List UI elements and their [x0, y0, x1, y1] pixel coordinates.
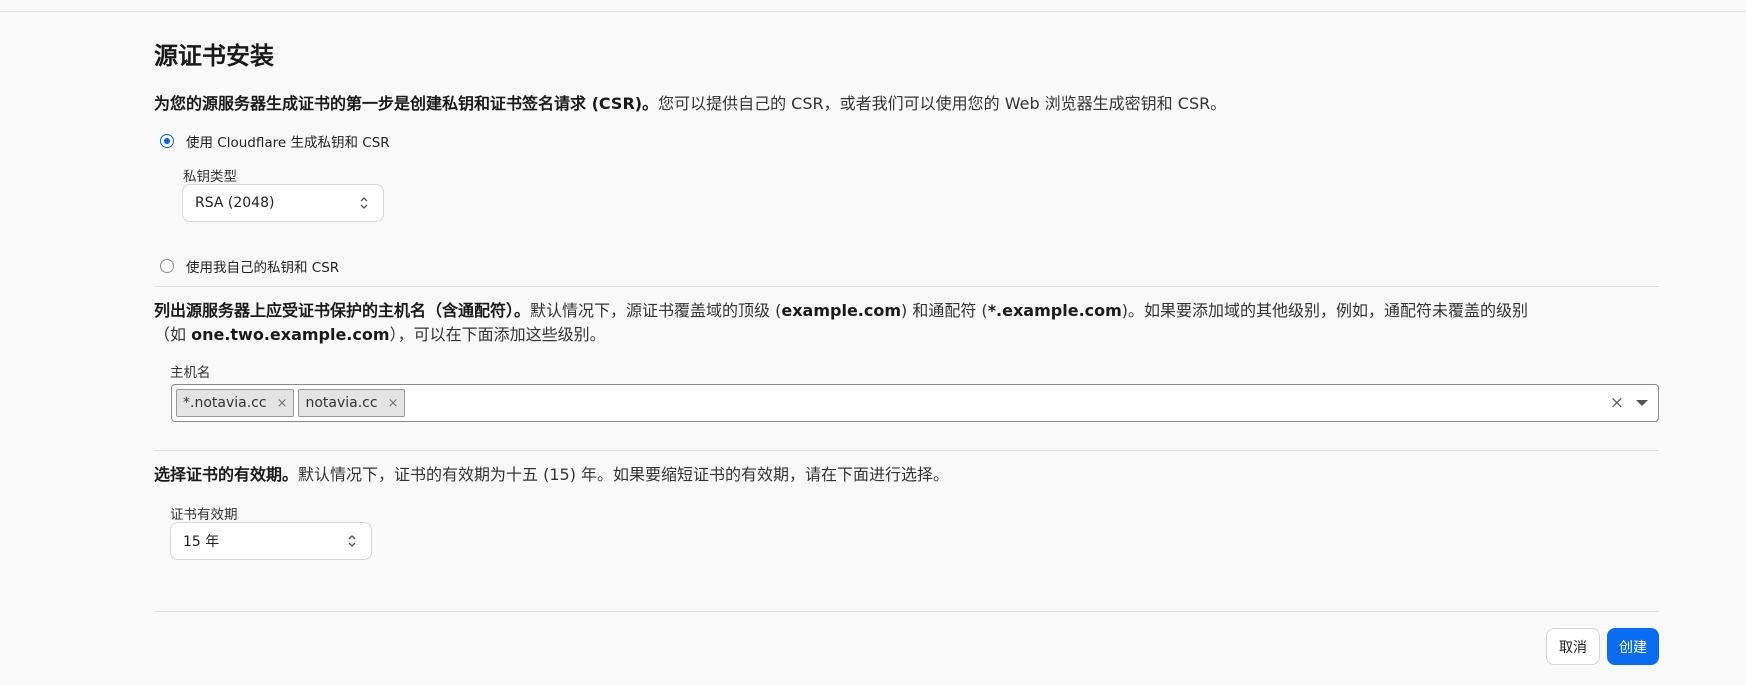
hostname-chip: notavia.cc × [298, 389, 406, 417]
csr-intro-text: 您可以提供自己的 CSR，或者我们可以使用您的 Web 浏览器生成密钥和 CSR… [658, 94, 1227, 113]
section-divider [154, 286, 1659, 287]
hostname-chip: *.notavia.cc × [176, 389, 295, 417]
hostname-label: 主机名 [170, 365, 211, 381]
create-button[interactable]: 创建 [1607, 628, 1659, 665]
hostname-intro: 列出源服务器上应受证书保护的主机名（含通配符）。默认情况下，源证书覆盖域的顶级 … [154, 299, 1554, 347]
validity-label: 证书有效期 [170, 507, 238, 523]
key-type-value: RSA (2048) [195, 195, 275, 211]
radio-cloudflare-generate[interactable]: 使用 Cloudflare 生成私钥和 CSR [160, 131, 390, 151]
key-type-select[interactable]: RSA (2048) [182, 184, 384, 222]
validity-value: 15 年 [183, 534, 220, 550]
cancel-button[interactable]: 取消 [1546, 628, 1600, 665]
example-apex: example.com [781, 301, 902, 320]
csr-intro: 为您的源服务器生成证书的第一步是创建私钥和证书签名请求 (CSR)。您可以提供自… [154, 92, 1226, 116]
validity-intro-bold: 选择证书的有效期。 [154, 465, 299, 484]
clear-all-icon[interactable]: × [1610, 393, 1624, 413]
hostname-intro-text-4: ），可以在下面添加这些级别。 [389, 325, 606, 344]
radio-selected-indicator[interactable] [160, 134, 174, 148]
remove-chip-icon[interactable]: × [388, 396, 399, 411]
example-subdomain: one.two.example.com [191, 325, 390, 344]
section-divider [154, 450, 1659, 451]
validity-intro: 选择证书的有效期。默认情况下，证书的有效期为十五 (15) 年。如果要缩短证书的… [154, 463, 949, 487]
key-type-label: 私钥类型 [183, 169, 237, 185]
validity-intro-text: 默认情况下，证书的有效期为十五 (15) 年。如果要缩短证书的有效期，请在下面进… [298, 465, 950, 484]
top-divider [0, 11, 1746, 12]
hostname-chip-label: notavia.cc [305, 395, 378, 411]
hostname-multiselect[interactable]: *.notavia.cc × notavia.cc × × [171, 384, 1659, 422]
radio-own-csr[interactable]: 使用我自己的私钥和 CSR [160, 256, 339, 276]
remove-chip-icon[interactable]: × [277, 396, 288, 411]
hostname-intro-text-2: ) 和通配符 ( [901, 301, 988, 320]
validity-select[interactable]: 15 年 [170, 522, 372, 560]
radio-unselected-indicator[interactable] [160, 259, 174, 273]
hostname-chip-label: *.notavia.cc [183, 395, 267, 411]
chevron-up-down-icon [360, 197, 368, 209]
hostname-intro-text-1: 默认情况下，源证书覆盖域的顶级 ( [530, 301, 782, 320]
dropdown-caret-icon[interactable] [1636, 400, 1648, 406]
chevron-up-down-icon [348, 535, 356, 547]
csr-intro-bold: 为您的源服务器生成证书的第一步是创建私钥和证书签名请求 (CSR)。 [154, 94, 659, 113]
page-title: 源证书安装 [154, 42, 274, 70]
radio-cloudflare-label: 使用 Cloudflare 生成私钥和 CSR [186, 135, 390, 151]
radio-own-label: 使用我自己的私钥和 CSR [186, 260, 340, 276]
footer-divider [154, 611, 1659, 612]
hostname-intro-bold: 列出源服务器上应受证书保护的主机名（含通配符）。 [154, 301, 531, 320]
example-wildcard: *.example.com [987, 301, 1122, 320]
